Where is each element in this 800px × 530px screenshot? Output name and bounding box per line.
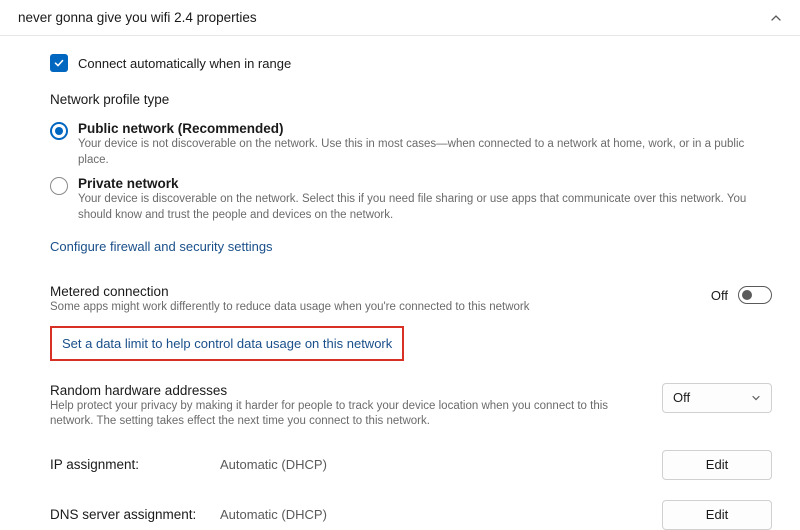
chevron-up-icon <box>770 12 782 24</box>
auto-connect-checkbox[interactable] <box>50 54 68 72</box>
auto-connect-label: Connect automatically when in range <box>78 56 291 71</box>
metered-title: Metered connection <box>50 284 691 299</box>
panel-content: Connect automatically when in range Netw… <box>0 36 800 530</box>
check-icon <box>53 57 65 69</box>
metered-toggle-label: Off <box>711 288 728 303</box>
random-hw-title: Random hardware addresses <box>50 383 642 398</box>
radio-public[interactable] <box>50 122 68 140</box>
radio-private-body: Private network Your device is discovera… <box>78 176 772 223</box>
radio-public-label: Public network (Recommended) <box>78 121 772 136</box>
ip-edit-button[interactable]: Edit <box>662 450 772 480</box>
radio-private[interactable] <box>50 177 68 195</box>
dns-assignment-row: DNS server assignment: Automatic (DHCP) … <box>50 480 772 530</box>
profile-section-title: Network profile type <box>50 88 772 117</box>
dns-label: DNS server assignment: <box>50 507 220 522</box>
metered-toggle-wrap: Off <box>711 284 772 304</box>
radio-public-row[interactable]: Public network (Recommended) Your device… <box>50 117 772 170</box>
panel-title: never gonna give you wifi 2.4 properties <box>18 10 257 25</box>
ip-label: IP assignment: <box>50 457 220 472</box>
radio-public-desc: Your device is not discoverable on the n… <box>78 136 772 168</box>
metered-section: Metered connection Some apps might work … <box>50 264 772 361</box>
data-limit-link[interactable]: Set a data limit to help control data us… <box>62 336 392 351</box>
ip-assignment-row: IP assignment: Automatic (DHCP) Edit <box>50 430 772 480</box>
radio-private-desc: Your device is discoverable on the netwo… <box>78 191 772 223</box>
ip-value: Automatic (DHCP) <box>220 457 662 472</box>
random-hw-desc: Help protect your privacy by making it h… <box>50 398 642 430</box>
panel-header[interactable]: never gonna give you wifi 2.4 properties <box>0 0 800 36</box>
random-hw-dropdown-value: Off <box>673 390 690 405</box>
random-hw-dropdown[interactable]: Off <box>662 383 772 413</box>
random-hw-section: Random hardware addresses Help protect y… <box>50 361 772 430</box>
radio-private-label: Private network <box>78 176 772 191</box>
radio-public-body: Public network (Recommended) Your device… <box>78 121 772 168</box>
data-limit-highlight: Set a data limit to help control data us… <box>50 326 404 361</box>
firewall-link[interactable]: Configure firewall and security settings <box>50 225 273 264</box>
metered-toggle[interactable] <box>738 286 772 304</box>
auto-connect-row[interactable]: Connect automatically when in range <box>50 48 772 88</box>
dns-edit-button[interactable]: Edit <box>662 500 772 530</box>
metered-desc: Some apps might work differently to redu… <box>50 299 691 316</box>
radio-private-row[interactable]: Private network Your device is discovera… <box>50 170 772 225</box>
dns-value: Automatic (DHCP) <box>220 507 662 522</box>
chevron-down-icon <box>751 393 761 403</box>
